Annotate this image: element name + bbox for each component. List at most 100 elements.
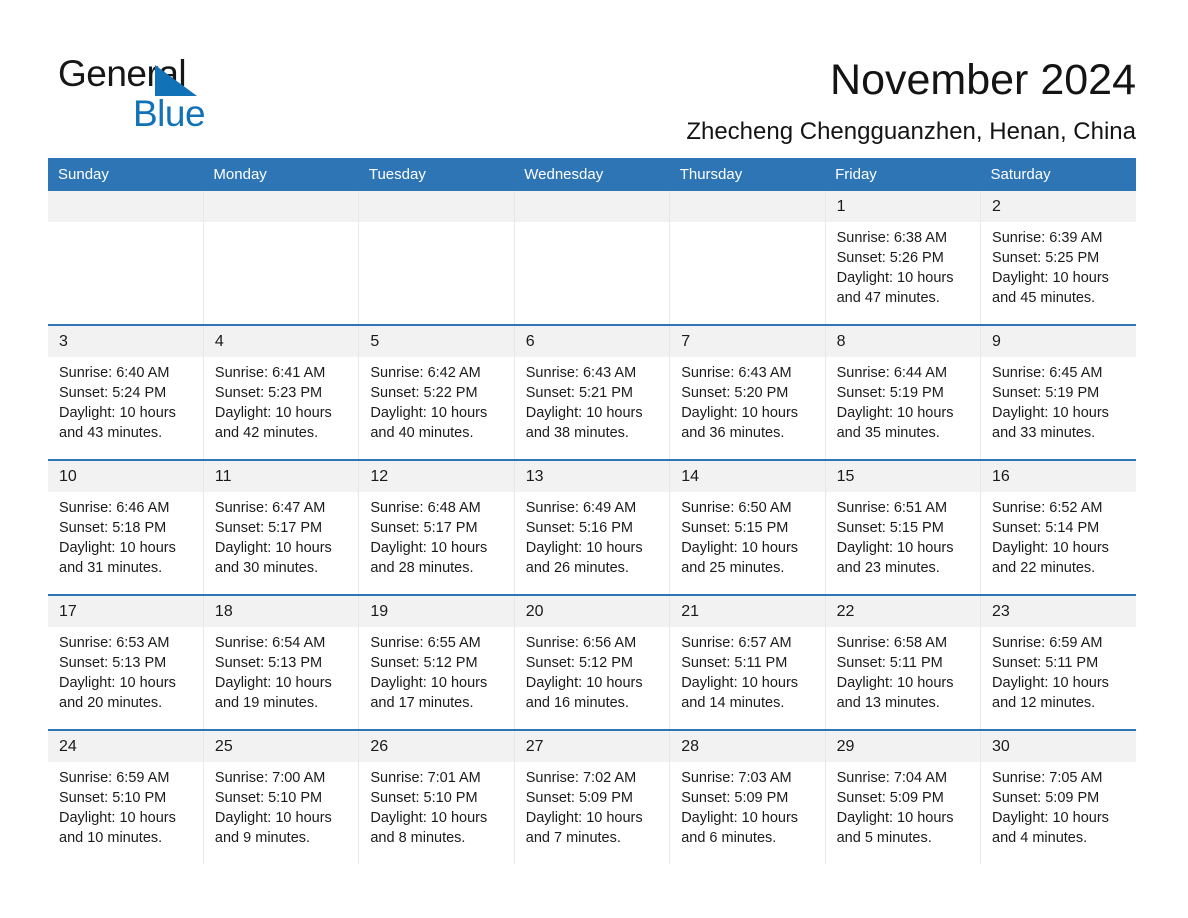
day-details: Sunrise: 7:05 AM Sunset: 5:09 PM Dayligh… bbox=[981, 762, 1136, 848]
sunset-text: Sunset: 5:26 PM bbox=[836, 250, 944, 266]
sunrise-text: Sunrise: 6:47 AM bbox=[214, 500, 326, 516]
title-block: November 2024 Zhecheng Chengguanzhen, He… bbox=[328, 52, 1136, 148]
sunrise-text: Sunrise: 7:01 AM bbox=[370, 770, 481, 786]
sunrise-text: Sunrise: 6:51 AM bbox=[836, 500, 948, 516]
sunset-text: Sunset: 5:10 PM bbox=[370, 790, 478, 806]
sunrise-text: Sunrise: 6:57 AM bbox=[681, 635, 792, 651]
day-cell[interactable]: 15 Sunrise: 6:51 AM Sunset: 5:15 PM Dayl… bbox=[825, 459, 982, 595]
sunrise-text: Sunrise: 6:59 AM bbox=[59, 770, 170, 786]
day-cell[interactable] bbox=[669, 191, 826, 325]
day-details: Sunrise: 6:45 AM Sunset: 5:19 PM Dayligh… bbox=[981, 357, 1136, 443]
day-cell[interactable]: 7 Sunrise: 6:43 AM Sunset: 5:20 PM Dayli… bbox=[669, 324, 826, 460]
day-number bbox=[359, 191, 514, 222]
calendar-body: 1 Sunrise: 6:38 AM Sunset: 5:26 PM Dayli… bbox=[48, 191, 1136, 864]
sunset-text: Sunset: 5:19 PM bbox=[836, 385, 944, 401]
day-cell[interactable]: 2 Sunrise: 6:39 AM Sunset: 5:25 PM Dayli… bbox=[980, 191, 1136, 325]
daylight-text-line2: and 33 minutes. bbox=[992, 425, 1096, 441]
page-title: November 2024 bbox=[830, 56, 1136, 104]
daylight-text-line2: and 7 minutes. bbox=[525, 830, 621, 846]
day-cell[interactable] bbox=[48, 191, 204, 325]
day-details: Sunrise: 7:03 AM Sunset: 5:09 PM Dayligh… bbox=[670, 762, 824, 848]
sunrise-text: Sunrise: 7:04 AM bbox=[836, 770, 948, 786]
day-cell[interactable]: 23 Sunrise: 6:59 AM Sunset: 5:11 PM Dayl… bbox=[980, 594, 1136, 730]
day-details: Sunrise: 7:04 AM Sunset: 5:09 PM Dayligh… bbox=[826, 762, 980, 848]
day-cell[interactable]: 22 Sunrise: 6:58 AM Sunset: 5:11 PM Dayl… bbox=[825, 594, 982, 730]
daylight-text-line1: Daylight: 10 hours bbox=[525, 810, 643, 826]
day-cell[interactable] bbox=[358, 191, 515, 325]
daylight-text-line2: and 22 minutes. bbox=[992, 560, 1096, 576]
day-details: Sunrise: 6:49 AM Sunset: 5:16 PM Dayligh… bbox=[515, 492, 669, 578]
calendar-week-row: 1 Sunrise: 6:38 AM Sunset: 5:26 PM Dayli… bbox=[48, 191, 1136, 325]
page-subtitle: Zhecheng Chengguanzhen, Henan, China bbox=[686, 118, 1136, 145]
day-details: Sunrise: 6:47 AM Sunset: 5:17 PM Dayligh… bbox=[204, 492, 358, 578]
day-cell[interactable]: 28 Sunrise: 7:03 AM Sunset: 5:09 PM Dayl… bbox=[669, 729, 826, 864]
sunset-text: Sunset: 5:17 PM bbox=[370, 520, 478, 536]
day-cell[interactable]: 12 Sunrise: 6:48 AM Sunset: 5:17 PM Dayl… bbox=[358, 459, 515, 595]
day-cell[interactable]: 14 Sunrise: 6:50 AM Sunset: 5:15 PM Dayl… bbox=[669, 459, 826, 595]
day-number: 27 bbox=[514, 731, 670, 762]
day-cell[interactable]: 24 Sunrise: 6:59 AM Sunset: 5:10 PM Dayl… bbox=[48, 729, 204, 864]
day-number bbox=[203, 191, 359, 222]
day-cell[interactable]: 9 Sunrise: 6:45 AM Sunset: 5:19 PM Dayli… bbox=[980, 324, 1136, 460]
day-cell[interactable] bbox=[203, 191, 360, 325]
day-cell[interactable]: 26 Sunrise: 7:01 AM Sunset: 5:10 PM Dayl… bbox=[358, 729, 515, 864]
day-number: 12 bbox=[359, 461, 514, 492]
sunset-text: Sunset: 5:09 PM bbox=[525, 790, 633, 806]
sunset-text: Sunset: 5:10 PM bbox=[59, 790, 167, 806]
daylight-text-line2: and 45 minutes. bbox=[992, 290, 1096, 306]
day-number: 20 bbox=[514, 596, 670, 627]
daylight-text-line1: Daylight: 10 hours bbox=[59, 810, 176, 826]
day-cell[interactable]: 6 Sunrise: 6:43 AM Sunset: 5:21 PM Dayli… bbox=[514, 324, 671, 460]
page-header: General Blue November 2024 Zhecheng Chen… bbox=[0, 0, 1188, 155]
daylight-text-line2: and 36 minutes. bbox=[681, 425, 785, 441]
sunset-text: Sunset: 5:15 PM bbox=[836, 520, 944, 536]
day-cell[interactable]: 16 Sunrise: 6:52 AM Sunset: 5:14 PM Dayl… bbox=[980, 459, 1136, 595]
sunset-text: Sunset: 5:24 PM bbox=[59, 385, 167, 401]
day-cell[interactable]: 17 Sunrise: 6:53 AM Sunset: 5:13 PM Dayl… bbox=[48, 594, 204, 730]
sunrise-text: Sunrise: 6:38 AM bbox=[836, 230, 948, 246]
day-cell[interactable]: 13 Sunrise: 6:49 AM Sunset: 5:16 PM Dayl… bbox=[514, 459, 671, 595]
day-details: Sunrise: 6:40 AM Sunset: 5:24 PM Dayligh… bbox=[48, 357, 203, 443]
sunset-text: Sunset: 5:19 PM bbox=[992, 385, 1100, 401]
day-cell[interactable]: 30 Sunrise: 7:05 AM Sunset: 5:09 PM Dayl… bbox=[980, 729, 1136, 864]
day-number: 11 bbox=[203, 461, 359, 492]
day-number: 28 bbox=[670, 731, 825, 762]
daylight-text-line1: Daylight: 10 hours bbox=[681, 405, 799, 421]
daylight-text-line1: Daylight: 10 hours bbox=[370, 405, 488, 421]
sunrise-text: Sunrise: 6:48 AM bbox=[370, 500, 481, 516]
day-cell[interactable]: 25 Sunrise: 7:00 AM Sunset: 5:10 PM Dayl… bbox=[203, 729, 360, 864]
day-cell[interactable]: 4 Sunrise: 6:41 AM Sunset: 5:23 PM Dayli… bbox=[203, 324, 360, 460]
day-cell[interactable]: 10 Sunrise: 6:46 AM Sunset: 5:18 PM Dayl… bbox=[48, 459, 204, 595]
day-cell[interactable]: 19 Sunrise: 6:55 AM Sunset: 5:12 PM Dayl… bbox=[358, 594, 515, 730]
sunset-text: Sunset: 5:15 PM bbox=[681, 520, 789, 536]
sunset-text: Sunset: 5:09 PM bbox=[836, 790, 944, 806]
day-cell[interactable]: 18 Sunrise: 6:54 AM Sunset: 5:13 PM Dayl… bbox=[203, 594, 360, 730]
day-details: Sunrise: 6:59 AM Sunset: 5:10 PM Dayligh… bbox=[48, 762, 203, 848]
sunrise-text: Sunrise: 6:40 AM bbox=[59, 365, 170, 381]
sunset-text: Sunset: 5:17 PM bbox=[214, 520, 323, 536]
day-cell[interactable]: 21 Sunrise: 6:57 AM Sunset: 5:11 PM Dayl… bbox=[669, 594, 826, 730]
day-details: Sunrise: 6:43 AM Sunset: 5:20 PM Dayligh… bbox=[670, 357, 824, 443]
daylight-text-line2: and 35 minutes. bbox=[836, 425, 940, 441]
day-details: Sunrise: 7:02 AM Sunset: 5:09 PM Dayligh… bbox=[515, 762, 669, 848]
sunrise-text: Sunrise: 6:49 AM bbox=[525, 500, 637, 516]
sunset-text: Sunset: 5:10 PM bbox=[214, 790, 323, 806]
day-cell[interactable]: 20 Sunrise: 6:56 AM Sunset: 5:12 PM Dayl… bbox=[514, 594, 671, 730]
sunrise-text: Sunrise: 6:39 AM bbox=[992, 230, 1103, 246]
daylight-text-line2: and 42 minutes. bbox=[214, 425, 319, 441]
general-blue-logo[interactable]: General Blue bbox=[58, 52, 328, 134]
logo-text-blue: Blue bbox=[133, 93, 206, 134]
day-cell[interactable]: 11 Sunrise: 6:47 AM Sunset: 5:17 PM Dayl… bbox=[203, 459, 360, 595]
daylight-text-line1: Daylight: 10 hours bbox=[992, 405, 1109, 421]
day-cell[interactable]: 8 Sunrise: 6:44 AM Sunset: 5:19 PM Dayli… bbox=[825, 324, 982, 460]
daylight-text-line1: Daylight: 10 hours bbox=[836, 810, 954, 826]
day-cell[interactable]: 1 Sunrise: 6:38 AM Sunset: 5:26 PM Dayli… bbox=[825, 191, 982, 325]
day-cell[interactable]: 5 Sunrise: 6:42 AM Sunset: 5:22 PM Dayli… bbox=[358, 324, 515, 460]
calendar-page: General Blue November 2024 Zhecheng Chen… bbox=[0, 0, 1188, 918]
sunset-text: Sunset: 5:11 PM bbox=[992, 655, 1099, 671]
day-cell[interactable]: 29 Sunrise: 7:04 AM Sunset: 5:09 PM Dayl… bbox=[825, 729, 982, 864]
day-cell[interactable]: 27 Sunrise: 7:02 AM Sunset: 5:09 PM Dayl… bbox=[514, 729, 671, 864]
day-cell[interactable] bbox=[514, 191, 671, 325]
daylight-text-line2: and 43 minutes. bbox=[59, 425, 163, 441]
day-cell[interactable]: 3 Sunrise: 6:40 AM Sunset: 5:24 PM Dayli… bbox=[48, 324, 204, 460]
